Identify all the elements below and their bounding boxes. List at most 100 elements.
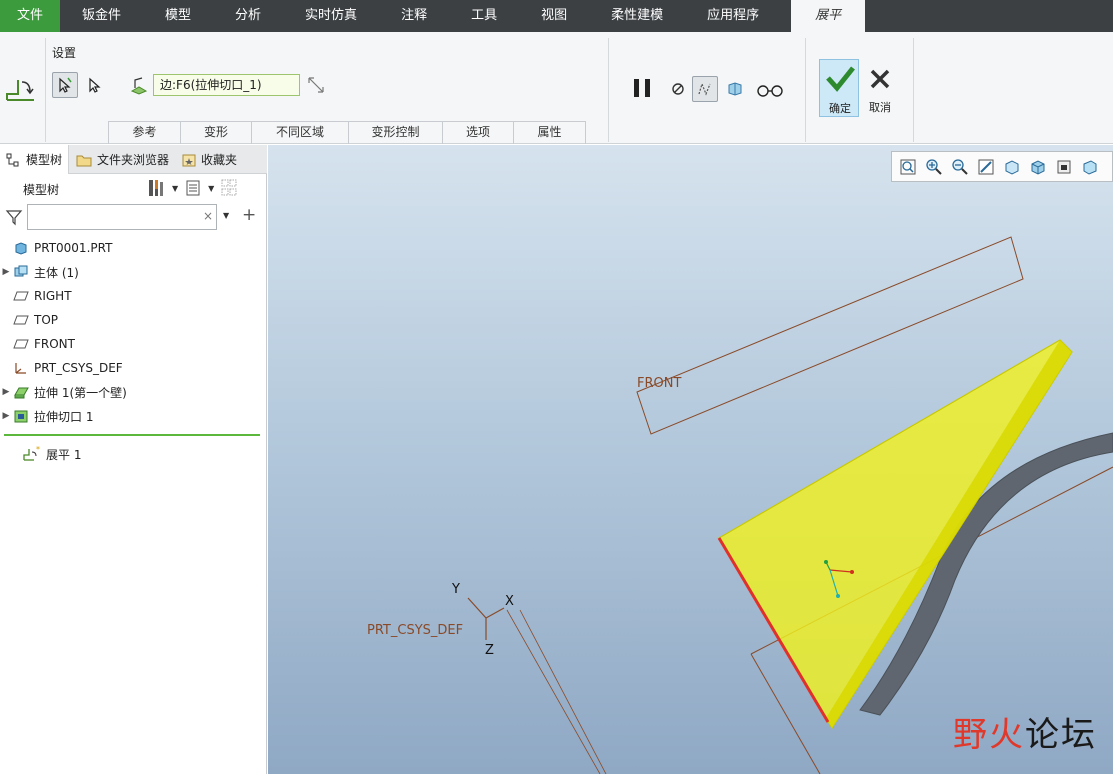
show-icon[interactable]: [184, 179, 202, 197]
select-button[interactable]: [82, 72, 108, 98]
filter-icon[interactable]: [5, 208, 23, 226]
close-icon: [870, 69, 890, 89]
tree-item-top[interactable]: TOP: [0, 309, 58, 331]
left-panel-tabs: 模型树 文件夹浏览器 收藏夹: [0, 145, 267, 174]
ok-label: 确定: [829, 102, 851, 115]
svg-text:*: *: [36, 446, 40, 454]
subtab-options[interactable]: 选项: [443, 122, 514, 144]
csys-x-axis: [485, 607, 505, 619]
fixed-edge-button[interactable]: [126, 72, 152, 98]
select-fixed-geometry-button[interactable]: [52, 72, 78, 98]
tree-item-flatten[interactable]: * 展平 1: [0, 443, 81, 465]
tree-item-label: 拉伸切口 1: [34, 409, 94, 424]
csys-label: PRT_CSYS_DEF: [367, 623, 464, 638]
chevron-down-icon[interactable]: ▼: [208, 184, 214, 193]
subtab-distinct-areas[interactable]: 不同区域: [252, 122, 349, 144]
menu-tab-tools[interactable]: 工具: [449, 0, 519, 32]
menu-tab-simulation[interactable]: 实时仿真: [283, 0, 379, 32]
pause-button[interactable]: [628, 74, 656, 102]
no-preview-button[interactable]: [665, 76, 691, 102]
cancel-label: 取消: [869, 101, 891, 114]
menu-tab-file[interactable]: 文件: [0, 0, 60, 32]
flip-direction-button[interactable]: [303, 72, 329, 98]
add-icon[interactable]: +: [242, 205, 256, 225]
tree-item-part[interactable]: PRT0001.PRT: [0, 237, 112, 259]
front-plane-label: FRONT: [637, 376, 682, 391]
tab-favorites[interactable]: 收藏夹: [175, 145, 243, 174]
menu-tab-applications[interactable]: 应用程序: [685, 0, 781, 32]
tree-item-extrude-wall[interactable]: ▶ 拉伸 1(第一个壁): [0, 381, 127, 403]
axis-x-label: X: [505, 594, 514, 609]
fixed-edge-field[interactable]: 边:F6(拉伸切口_1): [153, 74, 300, 96]
tab-favorites-label: 收藏夹: [201, 152, 238, 167]
extrude-cut-icon: [12, 408, 30, 424]
watermark-part-a: 野火: [953, 715, 1025, 755]
tree-item-right[interactable]: RIGHT: [0, 285, 72, 307]
fixed-edge-icon: [130, 77, 148, 95]
menu-tab-analysis[interactable]: 分析: [213, 0, 283, 32]
expand-icon[interactable]: ▶: [0, 387, 12, 397]
subtab-properties[interactable]: 属性: [514, 122, 586, 144]
ribbon-separator: [608, 38, 609, 142]
datum-plane-icon: [12, 288, 30, 304]
geometry-preview-icon: [698, 82, 711, 96]
insert-here-indicator[interactable]: [4, 434, 260, 436]
expand-icon[interactable]: ▶: [0, 411, 12, 421]
verify-button[interactable]: [754, 76, 786, 102]
csys-y-axis: [467, 597, 487, 619]
chevron-down-icon[interactable]: ▼: [223, 211, 229, 220]
datum-plane-icon: [12, 312, 30, 328]
watermark-part-b: 论坛: [1025, 715, 1097, 755]
model-tree-panel: 模型树 文件夹浏览器 收藏夹 模型树 ▼ ▼ × ▼ + PRT0001.PRT: [0, 145, 267, 774]
part-icon: [12, 240, 30, 256]
tree-item-label: FRONT: [34, 337, 75, 351]
search-input[interactable]: [27, 204, 217, 230]
triad-point: [824, 560, 828, 564]
tab-folder-browser[interactable]: 文件夹浏览器: [69, 145, 175, 174]
tree-tools: ▼ ▼: [146, 178, 242, 198]
settings-tools-icon[interactable]: [146, 178, 166, 198]
subtab-references[interactable]: 参考: [108, 122, 181, 144]
axis-z-label: Z: [485, 643, 494, 658]
no-preview-icon: [672, 83, 684, 95]
menu-tab-view[interactable]: 视图: [519, 0, 589, 32]
flatten-feature-icon: [4, 72, 38, 106]
forum-watermark: 野火论坛: [953, 707, 1097, 756]
subtab-deformation-control[interactable]: 变形控制: [349, 122, 443, 144]
menu-tab-flexible-modeling[interactable]: 柔性建模: [589, 0, 685, 32]
expand-icon[interactable]: ▶: [0, 267, 12, 277]
chevron-down-icon[interactable]: ▼: [172, 184, 178, 193]
ok-button[interactable]: 确定: [819, 59, 859, 117]
menu-tab-model[interactable]: 模型: [143, 0, 213, 32]
favorites-icon: [182, 154, 196, 166]
tree-item-body[interactable]: ▶ 主体 (1): [0, 261, 79, 283]
ribbon-separator: [913, 38, 914, 142]
body-icon: [12, 264, 30, 280]
select-arrow-icon: [89, 77, 101, 93]
subtab-deformation[interactable]: 变形: [181, 122, 252, 144]
csys-icon: [12, 360, 30, 376]
feature-preview-button[interactable]: [722, 76, 748, 102]
cancel-button[interactable]: 取消: [862, 59, 898, 117]
feature-preview-icon: [728, 82, 742, 96]
clear-icon[interactable]: ×: [203, 209, 213, 223]
tree-item-label: TOP: [34, 313, 59, 327]
tree-item-csys[interactable]: PRT_CSYS_DEF: [0, 357, 123, 379]
triad-point: [850, 570, 854, 574]
tab-model-tree[interactable]: 模型树: [0, 145, 70, 174]
tree-item-front[interactable]: FRONT: [0, 333, 75, 355]
model-graphics: [467, 236, 1113, 774]
axis-y-label: Y: [452, 582, 460, 597]
menu-tab-sheetmetal[interactable]: 钣金件: [60, 0, 143, 32]
graphics-viewport[interactable]: FRONT PRT_CSYS_DEF Y X Z 野火论坛: [268, 145, 1113, 774]
tree-columns-icon[interactable]: [220, 178, 242, 198]
tree-item-label: 拉伸 1(第一个壁): [34, 385, 127, 400]
geometry-preview-button[interactable]: [692, 76, 718, 102]
tree-item-extrude-cut[interactable]: ▶ 拉伸切口 1: [0, 405, 94, 427]
flip-direction-icon: [308, 77, 324, 93]
settings-group-label: 设置: [52, 46, 77, 60]
menu-tab-annotate[interactable]: 注释: [379, 0, 449, 32]
menu-tab-flatten[interactable]: 展平: [791, 0, 866, 32]
filter-row: × ▼ +: [5, 204, 260, 230]
ribbon: 设置 边:F6(拉伸切口_1) 参考 变形 不同区域 变形控制 选项 属性 确定: [0, 32, 1113, 144]
